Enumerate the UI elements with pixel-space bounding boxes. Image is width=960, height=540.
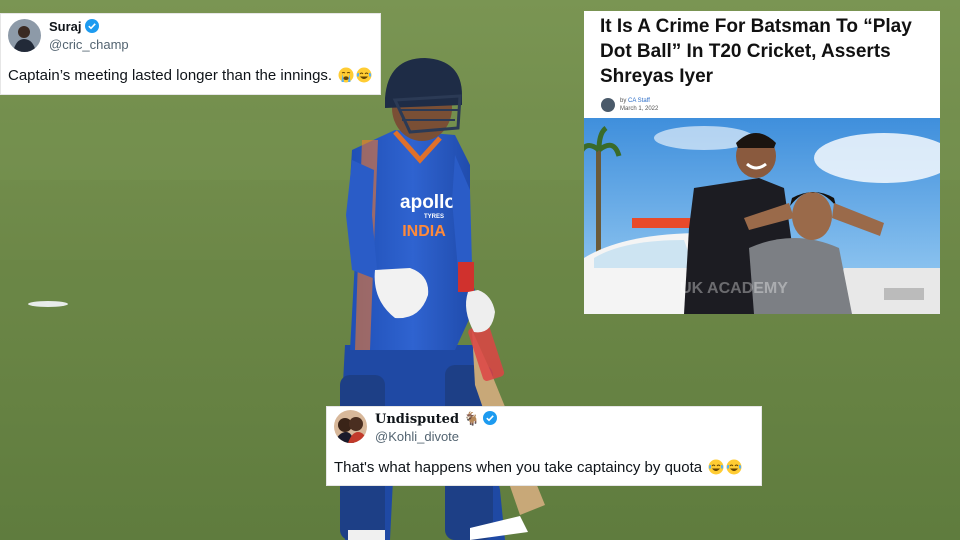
- article-author[interactable]: CA Staff: [628, 98, 650, 104]
- author-avatar: [601, 98, 615, 112]
- verified-badge-icon: [482, 411, 497, 425]
- verified-badge-icon: [84, 19, 99, 33]
- tears-of-joy-emoji-icon: [708, 459, 724, 475]
- avatar[interactable]: [8, 19, 41, 52]
- article-headline[interactable]: It Is A Crime For Batsman To “Play Dot B…: [600, 14, 930, 89]
- jersey-team: INDIA: [402, 223, 446, 240]
- tweet-card-bottom[interactable]: Undisputed 🐐 @Kohli_divote That's what h…: [326, 406, 762, 486]
- article-byline: by CA Staff March 1, 2022: [601, 97, 658, 113]
- tweet-text: Captain’s meeting lasted longer than the…: [8, 67, 372, 84]
- watermark: UK ACADEMY: [680, 280, 788, 297]
- tears-of-joy-emoji-icon: [726, 459, 742, 475]
- byline-prefix: by: [620, 98, 627, 104]
- avatar[interactable]: [334, 410, 367, 443]
- crying-face-emoji-icon: [338, 67, 354, 83]
- tweet-author-name[interactable]: Suraj: [49, 19, 99, 34]
- article-photo: UK ACADEMY: [584, 118, 940, 314]
- news-article-card[interactable]: It Is A Crime For Batsman To “Play Dot B…: [584, 11, 940, 314]
- article-date: March 1, 2022: [620, 106, 659, 112]
- tweet-author-handle[interactable]: @cric_champ: [49, 37, 129, 52]
- tweet-author-handle[interactable]: @Kohli_divote: [375, 429, 459, 444]
- tweet-card-top[interactable]: Suraj @cric_champ Captain’s meeting last…: [0, 13, 381, 95]
- jersey-sponsor: apollo: [400, 192, 456, 213]
- tears-of-joy-emoji-icon: [356, 67, 372, 83]
- tweet-text: That's what happens when you take captai…: [334, 459, 742, 476]
- jersey-sponsor-sub: TYRES: [424, 214, 444, 220]
- tweet-author-name[interactable]: Undisputed 🐐: [375, 411, 497, 427]
